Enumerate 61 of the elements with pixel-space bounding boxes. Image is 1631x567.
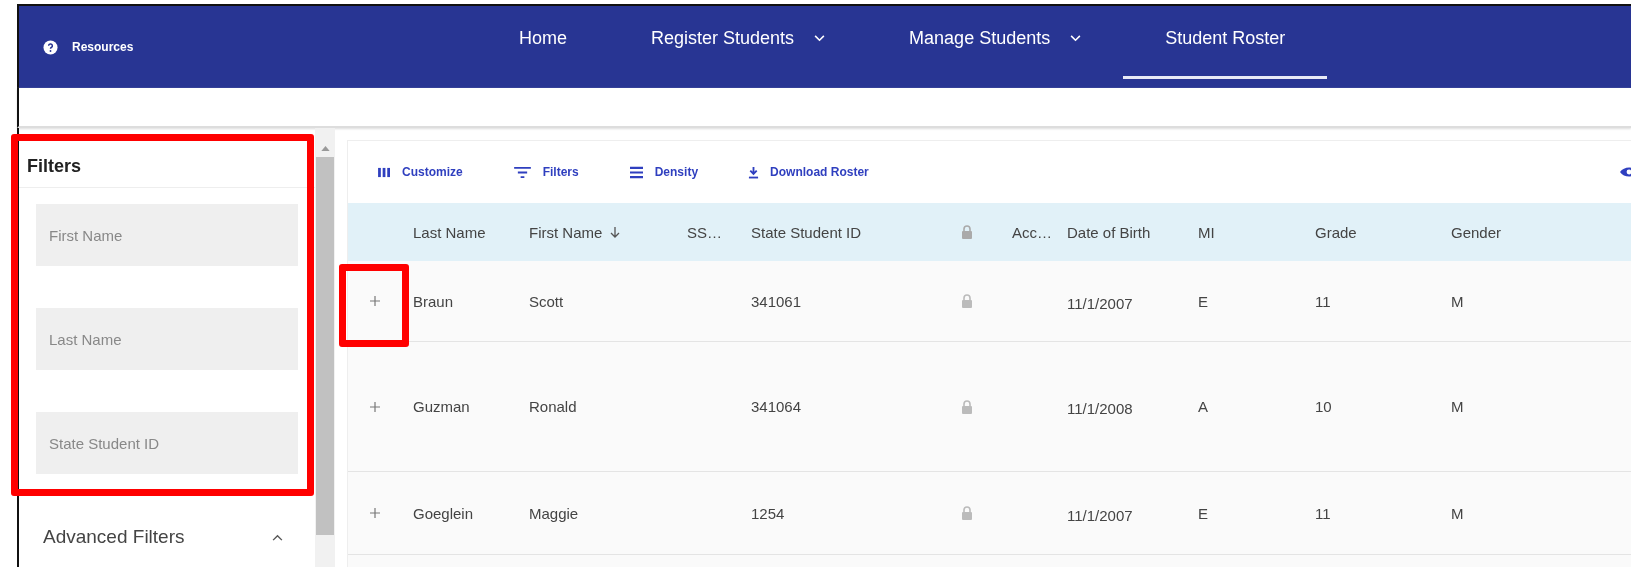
column-header[interactable]: SS… <box>687 223 751 241</box>
table-cell: 1254 <box>751 504 785 522</box>
column-header[interactable]: Grade <box>1315 223 1451 241</box>
table-cell: Guzman <box>413 398 470 415</box>
nav-tab[interactable]: Manage Students <box>867 6 1124 88</box>
table-row[interactable]: Guzman Ronald 341064 11/1/2008 A 10 M <box>348 342 1631 472</box>
density-icon <box>628 165 644 179</box>
download-icon <box>748 165 760 179</box>
toolbar-button[interactable]: Customize <box>378 165 463 179</box>
nav-tab[interactable]: Student Roster <box>1123 6 1328 79</box>
lock-icon <box>961 225 973 239</box>
lock-icon <box>961 294 973 308</box>
resources-link[interactable]: Resources <box>72 40 134 54</box>
table-cell: 11 <box>1315 504 1331 522</box>
toolbar-button[interactable]: Density <box>628 165 699 179</box>
table-row[interactable]: Braun Scott 341061 11/1/2007 E 11 M <box>348 261 1631 342</box>
table-cell: M <box>1451 504 1464 522</box>
toolbar-button[interactable]: Filters <box>512 165 579 179</box>
column-header[interactable]: Date of Birth <box>1067 223 1198 241</box>
table-cell: Maggie <box>529 504 579 522</box>
table-cell: 11/1/2008 <box>1067 400 1133 417</box>
toolbar-button[interactable]: Download Roster <box>748 165 869 179</box>
filter-icon <box>512 165 532 179</box>
column-header[interactable]: Gender <box>1451 223 1601 241</box>
plus-icon[interactable] <box>370 296 380 306</box>
table-cell: 341061 <box>751 292 802 310</box>
scroll-up-icon[interactable] <box>320 146 330 151</box>
advanced-filters-toggle[interactable]: Advanced Filters <box>19 526 315 548</box>
scrollbar[interactable] <box>315 128 335 567</box>
table-cell: M <box>1451 398 1464 415</box>
nav-tab[interactable]: Home <box>477 6 609 88</box>
column-header[interactable]: State Student ID <box>751 223 961 241</box>
lock-icon <box>961 506 973 520</box>
plus-icon[interactable] <box>370 508 380 518</box>
table-cell: Braun <box>413 292 454 310</box>
columns-icon <box>378 166 391 178</box>
table-cell: A <box>1198 398 1208 415</box>
help-icon[interactable] <box>43 39 58 55</box>
table-cell: 341064 <box>751 398 802 415</box>
column-header[interactable]: MI <box>1198 223 1315 241</box>
input-field[interactable]: First Name <box>36 204 298 266</box>
input-field[interactable]: State Student ID <box>36 412 298 474</box>
column-header[interactable]: First Name <box>529 223 687 241</box>
lock-icon <box>961 399 973 414</box>
input-field[interactable]: Last Name <box>36 308 298 370</box>
table-cell: M <box>1451 292 1464 310</box>
table-cell: Goeglein <box>413 504 474 522</box>
column-header[interactable]: Acc… <box>1012 223 1067 241</box>
scroll-thumb[interactable] <box>316 157 334 535</box>
column-header[interactable]: Last Name <box>413 223 529 241</box>
table-cell: 11 <box>1315 292 1331 310</box>
table-cell: 11/1/2007 <box>1067 294 1133 312</box>
table-row[interactable]: Goeglein Maggie 1254 11/1/2007 E 11 M <box>348 472 1631 555</box>
table-cell: E <box>1198 504 1208 522</box>
table-cell: Ronald <box>529 398 577 415</box>
table-cell: Scott <box>529 292 564 310</box>
plus-icon[interactable] <box>370 401 380 412</box>
table-cell: 10 <box>1315 398 1332 415</box>
table-cell: E <box>1198 292 1208 310</box>
nav-tab[interactable]: Register Students <box>609 6 868 88</box>
table-cell: 11/1/2007 <box>1067 506 1133 524</box>
